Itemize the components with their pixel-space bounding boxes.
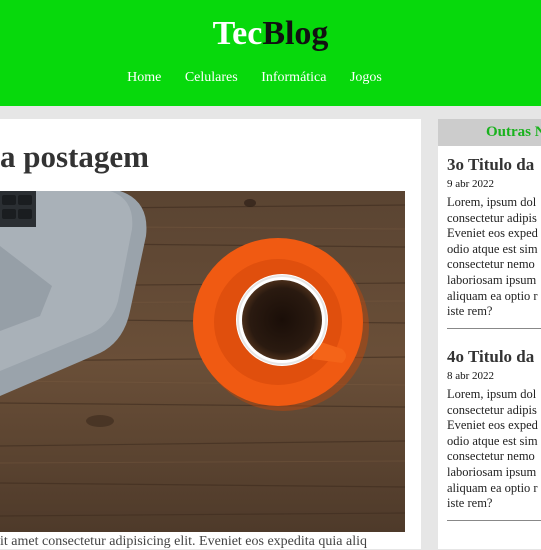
excerpt-line: iste rem? [447,304,493,319]
excerpt-line: aliquam ea optio r [447,480,538,495]
article-date: 9 abr 2022 [447,178,495,190]
excerpt-line: odio atque est sim [447,241,538,256]
sidebar-heading: Outras N [438,119,541,146]
article-title[interactable]: 3o Titulo da [447,154,541,176]
nav-celulares[interactable]: Celulares [185,70,238,85]
excerpt-line: laboriosam ipsum [447,464,537,479]
site-logo[interactable]: TecBlog [0,14,541,54]
excerpt-line: Eveniet eos exped [447,226,538,241]
logo-blog: Blog [262,15,329,52]
excerpt-line: consectetur nemo [447,449,535,464]
post-title: a postagem [0,139,149,174]
main-nav: Home Celulares Informática Jogos [0,68,509,88]
nav-jogos[interactable]: Jogos [350,70,382,85]
article-excerpt: Lorem, ipsum dol consectetur adipis Even… [447,387,541,512]
nav-home[interactable]: Home [127,70,161,85]
excerpt-line: iste rem? [447,496,493,511]
excerpt-line: odio atque est sim [447,433,538,448]
logo-tec: Tec [212,15,263,52]
site-header: TecBlog Home Celulares Informática Jogos [0,0,541,106]
excerpt-line: laboriosam ipsum [447,272,537,287]
sidebar: Outras N 3o Titulo da 9 abr 2022 Lorem, … [438,119,541,549]
excerpt-line: Eveniet eos exped [447,418,538,433]
excerpt-line: aliquam ea optio r [447,288,538,303]
sidebar-article[interactable]: 4o Titulo da 8 abr 2022 Lorem, ipsum dol… [447,346,541,512]
excerpt-line: consectetur adipis [447,402,537,417]
excerpt-line: consectetur nemo [447,257,535,272]
article-divider [447,328,541,329]
article-divider [447,520,541,521]
article-date: 8 abr 2022 [447,370,495,382]
article-title[interactable]: 4o Titulo da [447,346,541,368]
nav-informatica[interactable]: Informática [261,70,326,85]
sidebar-article[interactable]: 3o Titulo da 9 abr 2022 Lorem, ipsum dol… [447,154,541,320]
post-text: it amet consectetur adipisicing elit. Ev… [0,534,367,549]
coffee-laptop-photo [0,191,405,532]
excerpt-line: Lorem, ipsum dol [447,387,537,401]
article-excerpt: Lorem, ipsum dol consectetur adipis Even… [447,195,541,320]
excerpt-line: Lorem, ipsum dol [447,195,537,209]
main-post: a postagem it amet consectetur adipisici… [0,119,421,549]
post-image [0,191,405,532]
excerpt-line: consectetur adipis [447,210,537,225]
